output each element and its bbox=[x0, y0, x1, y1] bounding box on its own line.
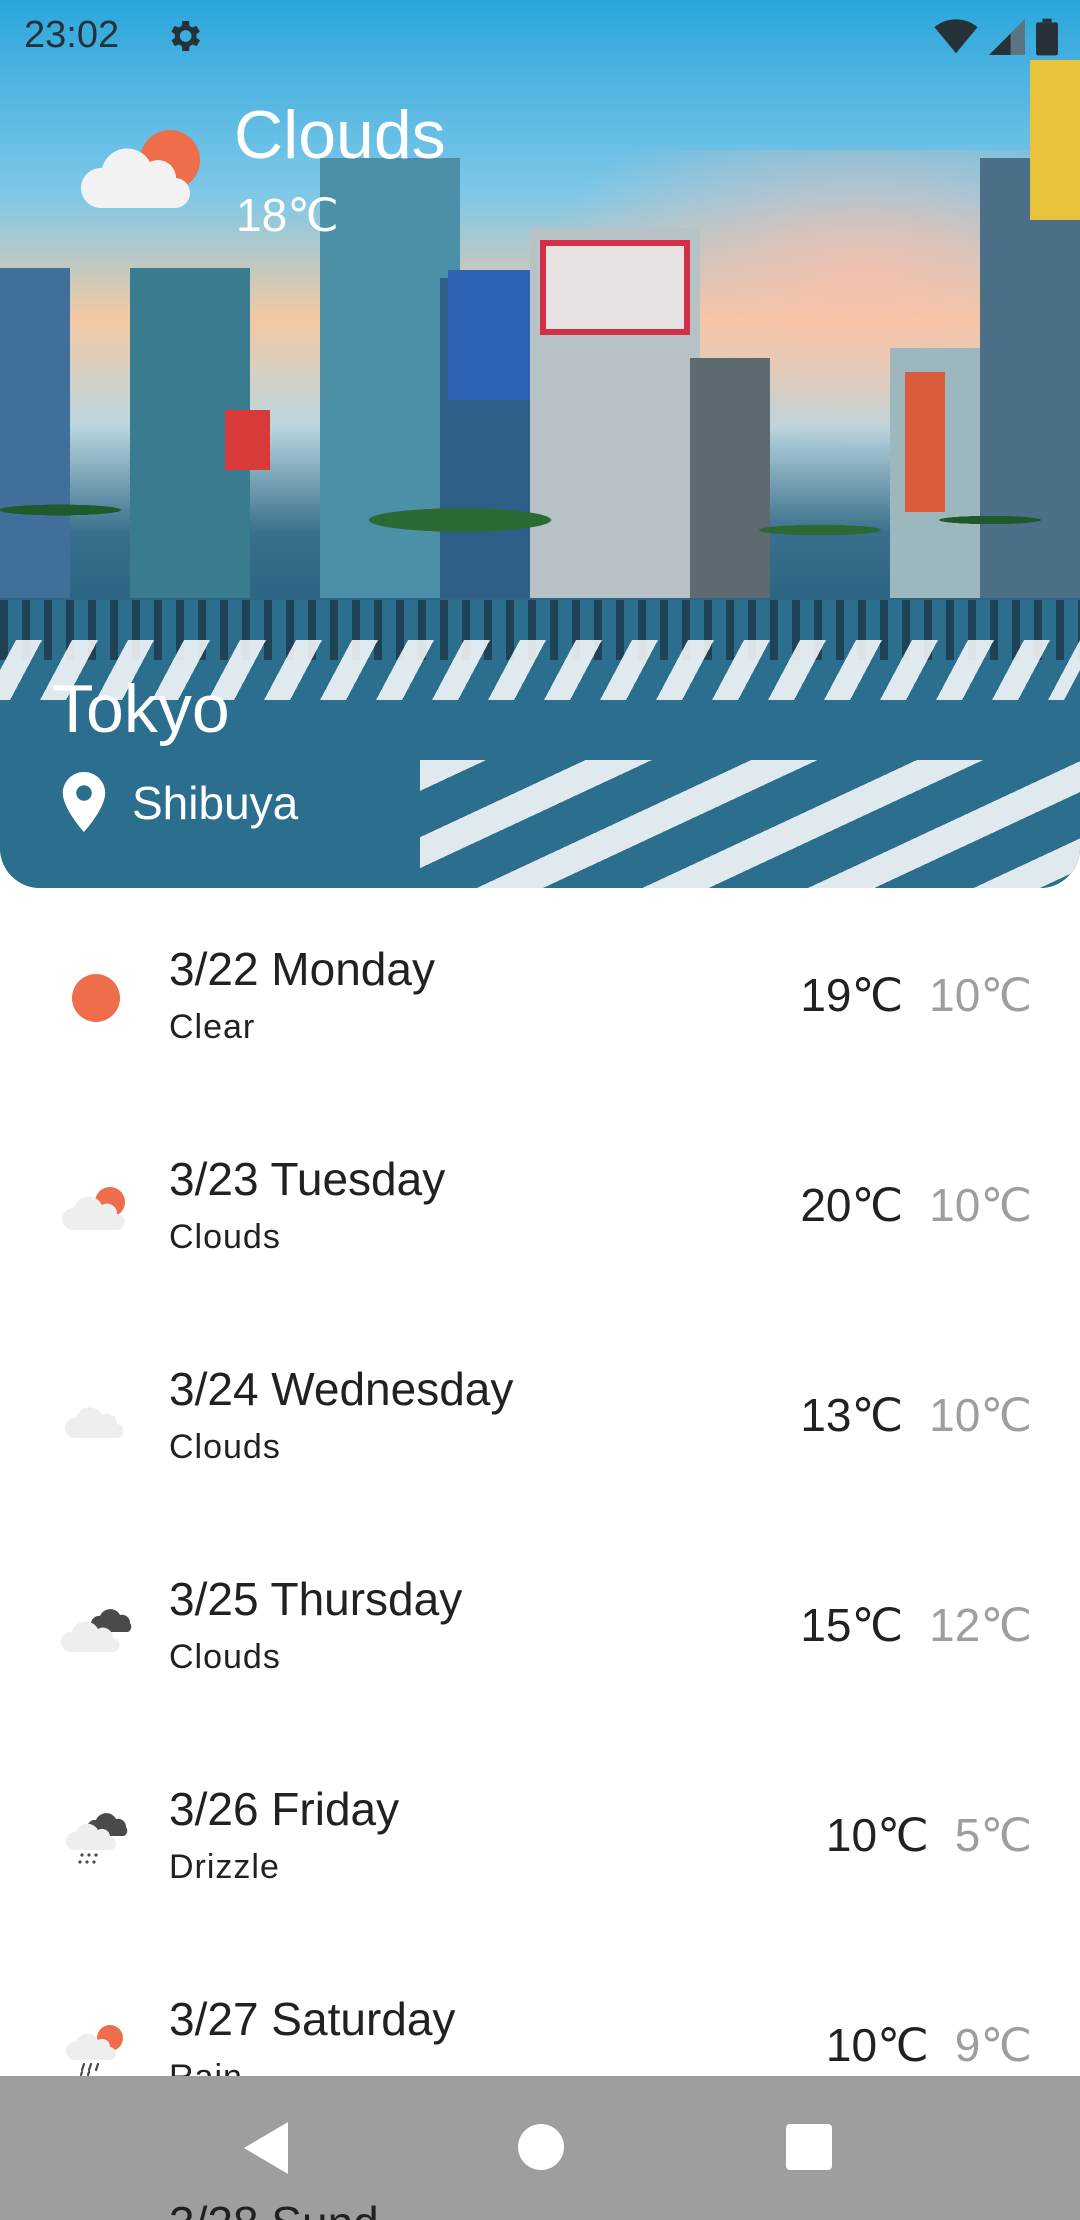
forecast-date-partial: 3/28 Sund bbox=[169, 2196, 379, 2220]
forecast-temps: 13℃ 10℃ bbox=[800, 1388, 1032, 1442]
forecast-condition: Clouds bbox=[169, 1638, 281, 1676]
forecast-list[interactable]: 3/22 Monday Clear 19℃ 10℃ 3/23 Tuesday C… bbox=[0, 888, 1080, 2148]
trees bbox=[0, 470, 1080, 600]
forecast-row[interactable]: 3/23 Tuesday Clouds 20℃ 10℃ bbox=[0, 1098, 1080, 1308]
cloud-sun-icon bbox=[61, 1187, 125, 1231]
billboard bbox=[225, 410, 270, 470]
forecast-row[interactable]: 3/26 Friday Drizzle 10℃ 5℃ bbox=[0, 1728, 1080, 1938]
forecast-temps: 15℃ 12℃ bbox=[800, 1598, 1032, 1652]
crosswalk-stripes bbox=[420, 760, 1080, 888]
forecast-condition: Drizzle bbox=[169, 1848, 280, 1886]
gear-icon bbox=[171, 21, 200, 51]
city-name: Tokyo bbox=[52, 671, 230, 747]
forecast-row[interactable]: 3/25 Thursday Clouds 15℃ 12℃ bbox=[0, 1518, 1080, 1728]
status-time: 23:02 bbox=[24, 14, 120, 56]
forecast-row[interactable]: 3/22 Monday Clear 19℃ 10℃ bbox=[0, 888, 1080, 1098]
high-temp: 19℃ bbox=[800, 969, 904, 1021]
low-temp: 12℃ bbox=[929, 1599, 1032, 1651]
billboard bbox=[1030, 60, 1080, 220]
forecast-condition: Clouds bbox=[169, 1428, 281, 1466]
forecast-temps: 19℃ 10℃ bbox=[800, 968, 1032, 1022]
cloud-sun-icon bbox=[80, 130, 200, 209]
location-pin-icon bbox=[62, 772, 106, 832]
current-temperature: 18℃ bbox=[236, 189, 339, 241]
rain-icon bbox=[65, 2025, 123, 2077]
forecast-row[interactable]: 3/24 Wednesday Clouds 13℃ 10℃ bbox=[0, 1308, 1080, 1518]
low-temp: 10℃ bbox=[929, 969, 1032, 1021]
high-temp: 10℃ bbox=[825, 2019, 929, 2071]
forecast-date: 3/22 Monday bbox=[169, 943, 435, 995]
forecast-date: 3/24 Wednesday bbox=[169, 1363, 514, 1415]
forecast-temps: 10℃ 5℃ bbox=[826, 1808, 1032, 1862]
navigation-bar bbox=[0, 2076, 1080, 2220]
low-temp: 10℃ bbox=[929, 1389, 1032, 1441]
back-icon[interactable] bbox=[244, 2122, 292, 2174]
home-icon[interactable] bbox=[518, 2124, 564, 2170]
forecast-date: 3/25 Thursday bbox=[169, 1573, 463, 1625]
status-bar: 23:02 bbox=[0, 0, 1080, 72]
high-temp: 20℃ bbox=[800, 1179, 904, 1231]
sun-icon bbox=[72, 974, 120, 1022]
wifi-icon bbox=[934, 19, 978, 54]
forecast-date: 3/27 Saturday bbox=[169, 1993, 456, 2045]
forecast-date: 3/26 Friday bbox=[169, 1783, 400, 1835]
low-temp: 9℃ bbox=[954, 2019, 1032, 2071]
forecast-condition: Clear bbox=[169, 1008, 256, 1046]
forecast-temps: 20℃ 10℃ bbox=[800, 1178, 1032, 1232]
recents-icon[interactable] bbox=[786, 2124, 832, 2170]
forecast-temps: 10℃ 9℃ bbox=[826, 2018, 1032, 2072]
drizzle-icon bbox=[65, 1813, 128, 1864]
high-temp: 10℃ bbox=[825, 1809, 929, 1861]
low-temp: 10℃ bbox=[929, 1179, 1032, 1231]
cellular-icon bbox=[989, 19, 1025, 55]
header-photo: 23:02 Clouds 18℃ Tokyo Shibuya bbox=[0, 0, 1080, 888]
forecast-condition: Clouds bbox=[169, 1218, 281, 1256]
dark-clouds-icon bbox=[60, 1609, 132, 1653]
battery-icon bbox=[1036, 18, 1058, 56]
current-condition: Clouds bbox=[234, 97, 446, 173]
cloud-icon bbox=[64, 1407, 124, 1439]
district-name: Shibuya bbox=[132, 777, 299, 829]
billboard bbox=[540, 240, 690, 335]
status-icons bbox=[934, 18, 1058, 56]
forecast-date: 3/23 Tuesday bbox=[169, 1153, 446, 1205]
billboard bbox=[448, 270, 530, 400]
high-temp: 13℃ bbox=[800, 1389, 904, 1441]
low-temp: 5℃ bbox=[954, 1809, 1032, 1861]
high-temp: 15℃ bbox=[800, 1599, 904, 1651]
